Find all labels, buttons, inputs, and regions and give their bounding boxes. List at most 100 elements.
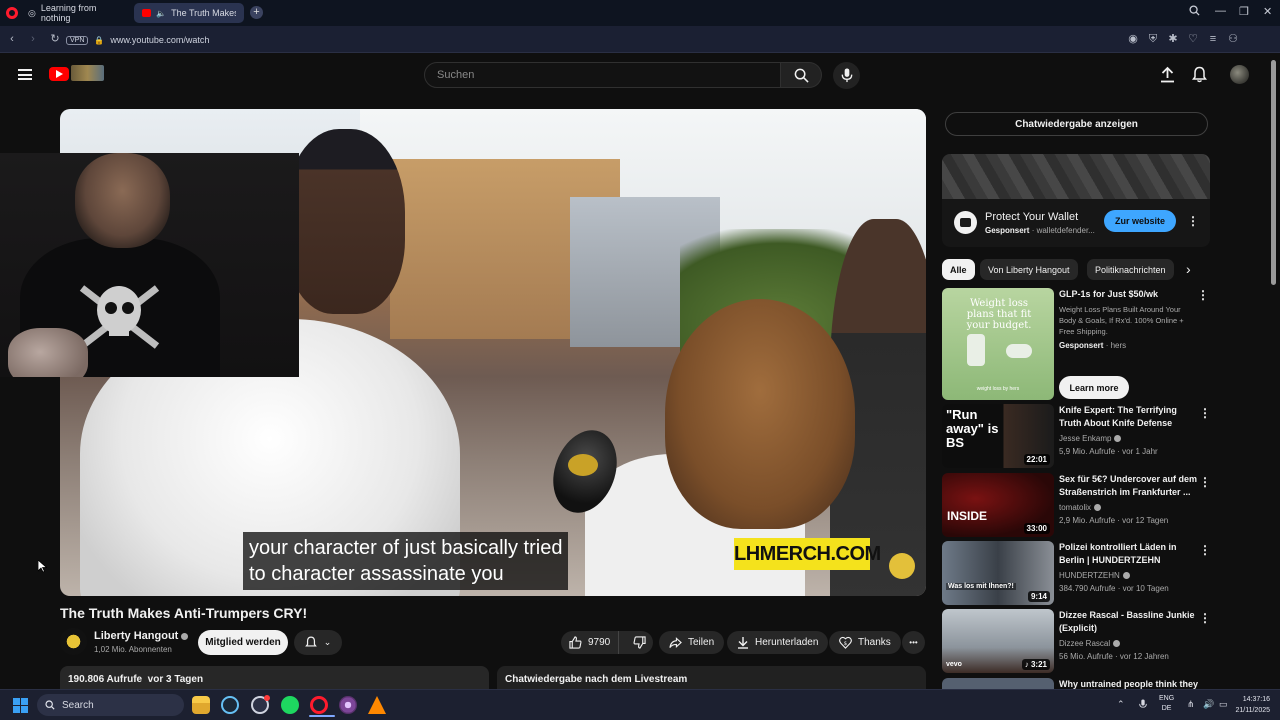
reload-icon[interactable]: ↻: [49, 33, 61, 45]
lock-icon[interactable]: 🔒: [94, 36, 104, 45]
ad-title[interactable]: Protect Your Wallet: [985, 211, 1078, 223]
rec-channel[interactable]: Jesse Enkamp: [1059, 434, 1122, 443]
rec-channel-name[interactable]: Dizzee Rascal: [1059, 639, 1110, 648]
heart-icon[interactable]: ♡: [1187, 33, 1199, 45]
steam-icon[interactable]: [221, 696, 239, 714]
url-text[interactable]: www.youtube.com/watch: [110, 35, 209, 45]
rec-more-options-icon[interactable]: ⋮: [1199, 543, 1211, 557]
file-explorer-icon[interactable]: [192, 696, 210, 714]
shield-icon[interactable]: ⛨: [1147, 33, 1159, 45]
account-avatar[interactable]: [1230, 65, 1249, 84]
subscription-bell-button[interactable]: ⌄: [294, 630, 342, 655]
battery-icon[interactable]: ▭: [1219, 699, 1228, 710]
rec-channel-name[interactable]: HUNDERTZEHN: [1059, 571, 1120, 580]
sponsored-ad-card[interactable]: Protect Your Wallet Gesponsert · walletd…: [942, 154, 1210, 247]
rec-more-options-icon[interactable]: ⋮: [1199, 611, 1211, 625]
opera-browser-icon[interactable]: [309, 696, 335, 717]
tab-learning-from-nothing[interactable]: ◎ Learning from nothing: [20, 3, 124, 23]
voice-search-button[interactable]: [833, 62, 860, 89]
url-field[interactable]: VPN 🔒 www.youtube.com/watch: [66, 31, 1126, 49]
chip-all[interactable]: Alle: [942, 259, 975, 280]
rec-channel[interactable]: tomatolix: [1059, 503, 1102, 512]
rec-channel[interactable]: Dizzee Rascal: [1059, 639, 1121, 648]
youtube-logo[interactable]: [49, 67, 69, 81]
rec-thumbnail[interactable]: Was los mit Ihnen?! 9:14: [942, 541, 1054, 605]
rec-more-options-icon[interactable]: ⋮: [1199, 475, 1211, 489]
search-tabs-icon[interactable]: [1189, 5, 1200, 19]
rec-more-options-icon[interactable]: ⋮: [1197, 288, 1209, 302]
rec-channel[interactable]: HUNDERTZEHN: [1059, 571, 1130, 580]
join-channel-button[interactable]: Mitglied werden: [198, 630, 288, 655]
tray-overflow-chevron-icon[interactable]: ⌃: [1117, 699, 1125, 710]
sponsored-recommendation[interactable]: Weight loss plans that fit your budget. …: [942, 288, 1212, 400]
rec-title[interactable]: Why untrained people think they: [1059, 678, 1199, 689]
video-recommendation[interactable]: Why untrained people think they: [942, 678, 1212, 689]
restore-icon[interactable]: ❐: [1239, 5, 1249, 18]
channel-watermark-icon[interactable]: [889, 553, 915, 579]
rec-thumbnail[interactable]: "Run away" is BS 22:01: [942, 404, 1054, 468]
chips-next-icon[interactable]: ›: [1186, 261, 1191, 277]
show-chat-replay-button[interactable]: Chatwiedergabe anzeigen: [945, 112, 1208, 136]
hamburger-menu-icon[interactable]: [18, 69, 32, 80]
rec-title[interactable]: Knife Expert: The Terrifying Truth About…: [1059, 404, 1199, 430]
upload-icon[interactable]: [1160, 66, 1175, 88]
rec-channel-name[interactable]: Jesse Enkamp: [1059, 434, 1111, 443]
channel-avatar[interactable]: [60, 628, 87, 655]
tray-microphone-icon[interactable]: [1139, 699, 1147, 712]
new-tab-button[interactable]: +: [250, 6, 263, 19]
tor-browser-icon[interactable]: [339, 696, 357, 714]
ad-more-options-icon[interactable]: ⋮: [1187, 214, 1199, 228]
rec-thumbnail[interactable]: INSIDE 33:00: [942, 473, 1054, 537]
profile-icon[interactable]: ⚇: [1227, 33, 1239, 45]
video-recommendation[interactable]: "Run away" is BS 22:01 Knife Expert: The…: [942, 404, 1212, 468]
rec-title[interactable]: Dizzee Rascal - Bassline Junkie (Explici…: [1059, 609, 1199, 635]
rec-more-options-icon[interactable]: ⋮: [1199, 406, 1211, 420]
rec-title[interactable]: Sex für 5€? Undercover auf dem Straßenst…: [1059, 473, 1199, 499]
chip-political-news[interactable]: Politiknachrichten: [1087, 259, 1174, 280]
ad-thumbnail[interactable]: Weight loss plans that fit your budget. …: [942, 288, 1054, 400]
learn-more-button[interactable]: Learn more: [1059, 376, 1129, 399]
keyboard-language-indicator[interactable]: ENG DE: [1159, 694, 1174, 714]
rec-thumbnail[interactable]: [942, 678, 1054, 689]
rec-thumbnail[interactable]: vevo ♪ 3:21: [942, 609, 1054, 673]
more-actions-button[interactable]: •••: [902, 631, 925, 654]
notifications-bell-icon[interactable]: [1192, 66, 1207, 88]
visit-website-button[interactable]: Zur website: [1104, 210, 1176, 232]
channel-name-text[interactable]: Liberty Hangout: [94, 630, 178, 642]
video-recommendation[interactable]: vevo ♪ 3:21 Dizzee Rascal - Bassline Jun…: [942, 609, 1212, 673]
scrollbar-thumb[interactable]: [1271, 60, 1276, 285]
download-button[interactable]: Herunterladen: [727, 631, 829, 654]
spotify-icon[interactable]: [281, 696, 299, 714]
rec-title[interactable]: Polizei kontrolliert Läden in Berlin | H…: [1059, 541, 1199, 567]
forward-icon[interactable]: ›: [27, 33, 39, 45]
taskbar-search[interactable]: Search: [37, 694, 184, 716]
video-recommendation[interactable]: INSIDE 33:00 Sex für 5€? Undercover auf …: [942, 473, 1212, 537]
network-icon[interactable]: ⋔: [1187, 699, 1195, 710]
volume-icon[interactable]: 🔊: [1203, 699, 1214, 710]
menu-lines-icon[interactable]: ≡: [1207, 33, 1219, 45]
app-notification-icon[interactable]: [251, 695, 270, 714]
vlc-icon[interactable]: [368, 696, 386, 714]
close-icon[interactable]: ✕: [1263, 5, 1272, 18]
dislike-button[interactable]: [625, 631, 654, 654]
search-input[interactable]: [424, 62, 781, 88]
windows-start-icon[interactable]: [13, 698, 28, 713]
camera-icon[interactable]: ◉: [1127, 33, 1139, 45]
rec-channel-name[interactable]: tomatolix: [1059, 503, 1091, 512]
like-button[interactable]: 9790: [561, 631, 620, 654]
extension-icon[interactable]: ✱: [1167, 33, 1179, 45]
rec-title[interactable]: GLP-1s for Just $50/wk: [1059, 288, 1199, 301]
minimize-icon[interactable]: —: [1215, 5, 1226, 17]
thanks-button[interactable]: $ Thanks: [829, 631, 901, 654]
chip-from-channel[interactable]: Von Liberty Hangout: [980, 259, 1078, 280]
system-clock[interactable]: 14:37:16 21/11/2025: [1232, 694, 1270, 716]
doodle-logo[interactable]: [71, 65, 104, 81]
back-icon[interactable]: ‹: [6, 33, 18, 45]
video-recommendation[interactable]: Was los mit Ihnen?! 9:14 Polizei kontrol…: [942, 541, 1212, 605]
search-button[interactable]: [781, 62, 822, 88]
channel-name[interactable]: Liberty Hangout: [94, 630, 189, 642]
opera-logo-icon[interactable]: [6, 7, 18, 19]
share-button[interactable]: Teilen: [659, 631, 725, 654]
vpn-badge[interactable]: VPN: [66, 35, 89, 45]
tab-youtube-video[interactable]: 🔈 The Truth Makes Anti-: [134, 3, 244, 23]
